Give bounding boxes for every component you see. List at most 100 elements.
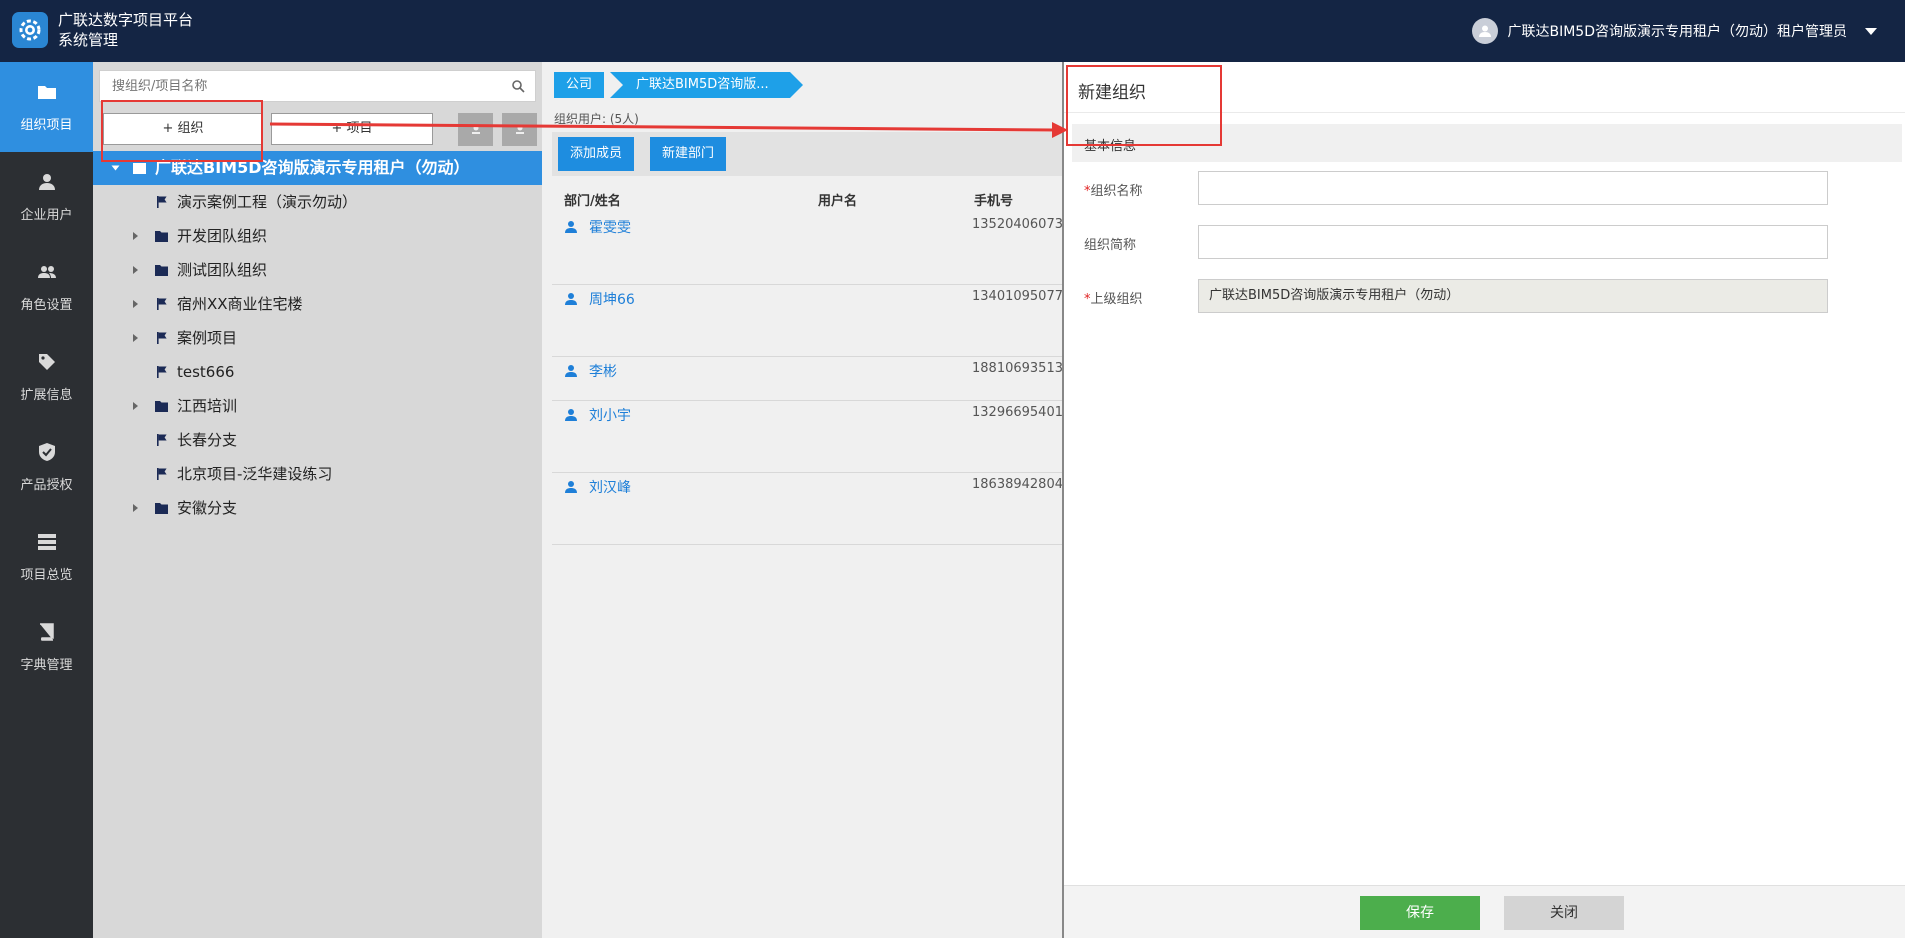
book-icon [40,623,54,641]
sidebar-item-extended-info[interactable]: 扩展信息 [0,332,93,422]
sidebar-item-label: 字典管理 [20,658,73,673]
tree-node-label: 测试团队组织 [177,261,268,279]
tree-node[interactable]: 宿州XX商业住宅楼 [93,287,542,321]
sidebar-item-label: 组织项目 [20,118,73,133]
org-users-panel: 公司 广联达BIM5D咨询版... 组织用户: (5人) 添加成员 新建部门 部… [542,62,1062,938]
tree-search-input[interactable] [110,71,494,101]
tree-node[interactable]: 测试团队组织 [93,253,542,287]
flag-icon [157,332,167,344]
member-name[interactable]: 李彬 [589,361,617,381]
table-row[interactable]: 刘小宇 13296695401 [552,400,1062,473]
column-header-name: 部门/姓名 [564,194,621,209]
tree-node[interactable]: 演示案例工程（演示勿动） [93,185,542,219]
expand-arrow-icon[interactable] [133,232,138,240]
sidebar-item-project-overview[interactable]: 项目总览 [0,512,93,602]
sidebar-item-role-settings[interactable]: 角色设置 [0,242,93,332]
tree-action-button-2[interactable] [502,113,537,146]
expand-arrow-icon[interactable] [133,402,138,410]
sidebar-item-enterprise-users[interactable]: 企业用户 [0,152,93,242]
member-phone: 18810693513 [972,361,1062,376]
column-header-username: 用户名 [818,194,858,209]
tree-node[interactable]: 江西培训 [93,389,542,423]
member-phone: 18638942804 [972,477,1062,492]
sidebar-item-label: 角色设置 [20,298,73,313]
user-icon [39,174,55,190]
expand-arrow-icon[interactable] [133,334,138,342]
expand-arrow-icon[interactable] [133,504,138,512]
member-phone: 13401095077 [972,289,1062,304]
sidebar-item-dictionary[interactable]: 字典管理 [0,602,93,692]
table-row[interactable]: 周坤66 13401095077 [552,284,1062,357]
sidebar-item-product-license[interactable]: 产品授权 [0,422,93,512]
tree-node[interactable]: 安徽分支 [93,491,542,525]
dialog-footer: 保存 关闭 [1064,885,1905,938]
folder-icon [155,231,168,242]
parent-org-label-text: 上级组织 [1090,292,1143,307]
org-tree-panel: + 组织 + 项目 广联达BIM5D咨询版演示专用租户（勿动） 演示案例工程（演… [93,62,542,938]
table-row[interactable]: 霍雯雯 13520406073 [552,212,1062,285]
column-header-phone: 手机号 [974,194,1014,209]
org-name-label: *组织名称 [1084,180,1143,199]
app-title-main: 广联达数字项目平台 [58,11,194,29]
tree-node[interactable]: 北京项目-泛华建设练习 [93,457,542,491]
tree-node-label: 长春分支 [177,431,238,449]
breadcrumb-company[interactable]: 公司 [554,72,605,98]
expand-arrow-icon[interactable] [133,266,138,274]
sidebar-item-label: 扩展信息 [20,388,73,403]
tree-node[interactable]: 开发团队组织 [93,219,542,253]
add-member-button[interactable]: 添加成员 [558,137,634,171]
add-project-button[interactable]: + 项目 [271,113,433,145]
annotation-box-add-org [101,100,263,162]
tree-node-label: 开发团队组织 [177,227,268,245]
user-icon [471,125,480,134]
save-button[interactable]: 保存 [1360,896,1480,930]
member-name[interactable]: 霍雯雯 [589,217,631,237]
chevron-down-icon[interactable] [1865,27,1877,35]
user-icon [565,481,577,493]
tree-node-label: test666 [177,363,235,381]
tree-node[interactable]: 长春分支 [93,423,542,457]
tree-node-label: 宿州XX商业住宅楼 [177,295,303,313]
org-name-input[interactable] [1198,171,1828,205]
app-title-sub: 系统管理 [58,31,119,49]
tree-action-button-1[interactable] [458,113,493,146]
tree-node-label: 安徽分支 [177,499,238,517]
folder-icon [155,503,168,514]
tree-node[interactable]: test666 [93,355,542,389]
close-button[interactable]: 关闭 [1504,896,1624,930]
user-icon [515,125,524,134]
expand-arrow-icon[interactable] [133,300,138,308]
breadcrumb-tenant[interactable]: 广联达BIM5D咨询版... [610,72,803,98]
expand-arrow-icon[interactable] [111,165,120,171]
table-row[interactable]: 李彬 18810693513 [552,356,1062,401]
member-name[interactable]: 周坤66 [589,289,635,309]
new-org-dialog: 新建组织 基本信息 *组织名称 组织简称 *上级组织 广联达BIM5D咨询版演示… [1062,62,1905,938]
user-icon [565,365,577,377]
sidebar-item-label: 企业用户 [20,208,73,223]
member-toolbar: 添加成员 新建部门 [552,132,1062,176]
tree-node-label: 案例项目 [177,329,238,347]
user-menu[interactable]: 广联达BIM5D咨询版演示专用租户（勿动）租户管理员 [1471,18,1877,44]
avatar-icon [1471,18,1498,44]
member-phone: 13296695401 [972,405,1062,420]
folder-icon [38,86,56,99]
member-name[interactable]: 刘汉峰 [589,477,631,497]
users-icon [38,266,56,278]
tree-node[interactable]: 案例项目 [93,321,542,355]
tree-node-label: 演示案例工程（演示勿动） [177,193,358,211]
top-header: 广联达数字项目平台 系统管理 广联达BIM5D咨询版演示专用租户（勿动）租户管理… [0,0,1905,62]
user-name-label: 广联达BIM5D咨询版演示专用租户（勿动）租户管理员 [1507,24,1848,40]
gear-logo-icon [12,12,48,48]
parent-org-label: *上级组织 [1084,288,1143,307]
sidebar-item-label: 产品授权 [20,478,73,493]
search-icon[interactable] [511,79,525,93]
user-icon [565,221,577,233]
member-name[interactable]: 刘小宇 [589,405,631,425]
org-name-label-text: 组织名称 [1090,184,1143,199]
sidebar-item-org-project[interactable]: 组织项目 [0,62,93,152]
member-phone: 13520406073 [972,217,1062,232]
org-short-name-input[interactable] [1198,225,1828,259]
new-department-button[interactable]: 新建部门 [650,137,726,171]
parent-org-field: 广联达BIM5D咨询版演示专用租户（勿动） [1198,279,1828,313]
table-row[interactable]: 刘汉峰 18638942804 [552,472,1062,545]
